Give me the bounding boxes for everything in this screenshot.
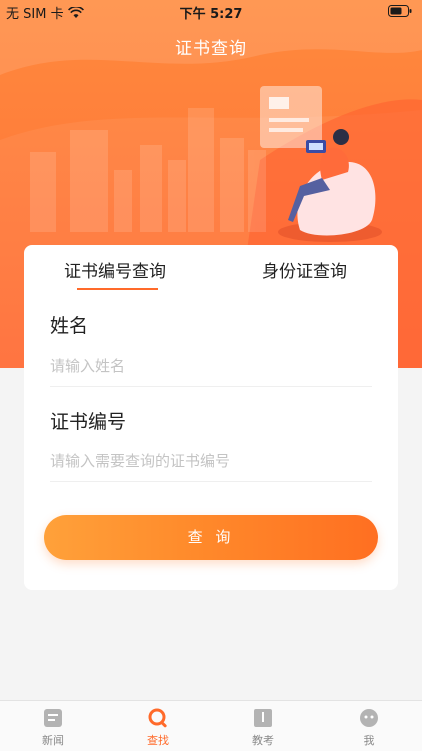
tab-id-card[interactable]: 身份证查询 bbox=[262, 257, 347, 282]
book-icon bbox=[254, 709, 272, 727]
profile-icon bbox=[360, 709, 378, 727]
status-bar: 无 SIM 卡 下午 5:27 bbox=[0, 0, 422, 22]
tabbar-item-search[interactable]: 查找 bbox=[128, 707, 188, 748]
tab-cert-number[interactable]: 证书编号查询 bbox=[64, 257, 166, 282]
tabbar-label-teaching: 教考 bbox=[252, 734, 274, 747]
name-input[interactable] bbox=[50, 354, 372, 378]
search-icon bbox=[148, 708, 167, 728]
status-time: 下午 5:27 bbox=[179, 7, 243, 22]
tabbar-label-news: 新闻 bbox=[42, 734, 64, 747]
name-divider bbox=[50, 386, 372, 387]
bottom-tab-bar: 新闻 查找 教考 我 bbox=[0, 700, 422, 751]
active-tab-indicator bbox=[77, 288, 158, 290]
query-button[interactable]: 查 询 bbox=[44, 515, 378, 560]
page-title: 证书查询 bbox=[175, 39, 247, 59]
tabbar-item-news[interactable]: 新闻 bbox=[23, 707, 83, 748]
name-label: 姓名 bbox=[50, 315, 89, 337]
battery-icon bbox=[388, 5, 412, 17]
cert-number-divider bbox=[50, 481, 372, 482]
cert-number-input[interactable] bbox=[50, 449, 372, 473]
cert-number-label: 证书编号 bbox=[50, 411, 127, 433]
tabbar-item-teaching[interactable]: 教考 bbox=[233, 707, 293, 748]
tabbar-item-me[interactable]: 我 bbox=[339, 707, 399, 748]
query-card: 证书编号查询 身份证查询 姓名 证书编号 查 询 bbox=[24, 245, 398, 590]
tabbar-label-me: 我 bbox=[363, 734, 375, 747]
tabbar-label-search: 查找 bbox=[147, 734, 169, 747]
news-icon bbox=[44, 709, 62, 727]
